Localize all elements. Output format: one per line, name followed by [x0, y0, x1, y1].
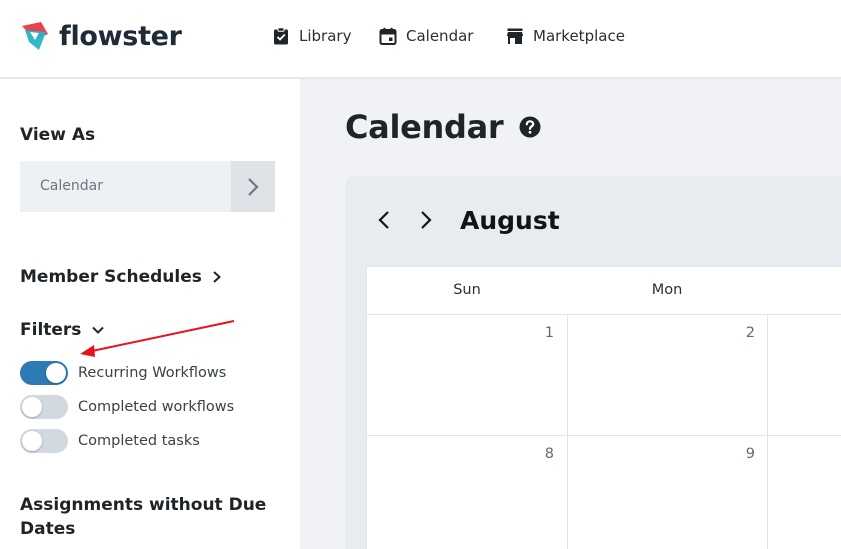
help-icon[interactable] — [519, 116, 541, 138]
nav-marketplace[interactable]: Marketplace — [506, 27, 625, 45]
day-cell-number[interactable]: 8 — [524, 446, 554, 462]
day-cell-number[interactable]: 1 — [524, 325, 554, 341]
nav-marketplace-label: Marketplace — [533, 27, 625, 45]
filter-completed-workflows[interactable]: Completed workflows — [20, 395, 234, 419]
current-month: August — [460, 205, 560, 235]
day-cell-number[interactable]: 9 — [725, 446, 755, 462]
grid-line — [767, 314, 768, 549]
completed-tasks-switch[interactable] — [20, 429, 68, 453]
previous-month-button[interactable] — [374, 205, 394, 235]
filter-completed-tasks[interactable]: Completed tasks — [20, 429, 200, 453]
calendar-icon — [379, 27, 397, 45]
completed-tasks-label: Completed tasks — [78, 433, 200, 449]
next-month-button[interactable] — [416, 205, 436, 235]
filters-label: Filters — [20, 320, 82, 340]
nav-calendar-label: Calendar — [406, 27, 474, 45]
brand-logo[interactable]: flowster — [19, 20, 182, 52]
member-schedules-link[interactable]: Member Schedules — [20, 267, 222, 287]
brand-name: flowster — [59, 20, 182, 52]
assignments-heading: Assignments without Due Dates — [20, 495, 267, 539]
weekday-header-mon: Mon — [651, 282, 683, 298]
member-schedules-label: Member Schedules — [20, 267, 202, 287]
view-as-next-button[interactable] — [231, 161, 275, 212]
grid-line — [367, 314, 841, 315]
chevron-right-icon — [213, 271, 221, 283]
page-title-text: Calendar — [345, 108, 504, 146]
view-as-heading: View As — [20, 125, 96, 145]
clipboard-check-icon — [274, 27, 288, 45]
store-icon — [506, 28, 524, 44]
calendar-grid: Sun Mon 1 2 8 9 — [366, 266, 841, 549]
calendar-navigation: August — [374, 205, 560, 235]
nav-library[interactable]: Library — [272, 27, 351, 45]
grid-line — [367, 435, 841, 436]
filters-toggle[interactable]: Filters — [20, 320, 105, 340]
filter-recurring-workflows[interactable]: Recurring Workflows — [20, 361, 226, 385]
sidebar: View As Calendar Member Schedules Filter… — [0, 79, 300, 549]
nav-calendar[interactable]: Calendar — [379, 27, 473, 45]
nav-library-label: Library — [299, 27, 352, 45]
completed-workflows-switch[interactable] — [20, 395, 68, 419]
top-bar: flowster Library Calendar Marketplace — [0, 0, 841, 78]
grid-line — [567, 314, 568, 549]
view-as-select[interactable]: Calendar — [20, 161, 275, 212]
completed-workflows-label: Completed workflows — [78, 399, 235, 415]
recurring-workflows-label: Recurring Workflows — [78, 365, 227, 381]
chevron-left-icon — [378, 211, 389, 229]
chevron-right-icon — [421, 211, 432, 229]
weekday-header-sun: Sun — [453, 282, 481, 298]
page-title: Calendar — [345, 108, 541, 146]
recurring-workflows-switch[interactable] — [20, 361, 68, 385]
chevron-down-icon — [92, 326, 105, 334]
view-as-value: Calendar — [40, 178, 103, 194]
chevron-right-icon — [248, 177, 259, 196]
day-cell-number[interactable]: 2 — [725, 325, 755, 341]
flowster-logo-icon — [22, 22, 48, 50]
